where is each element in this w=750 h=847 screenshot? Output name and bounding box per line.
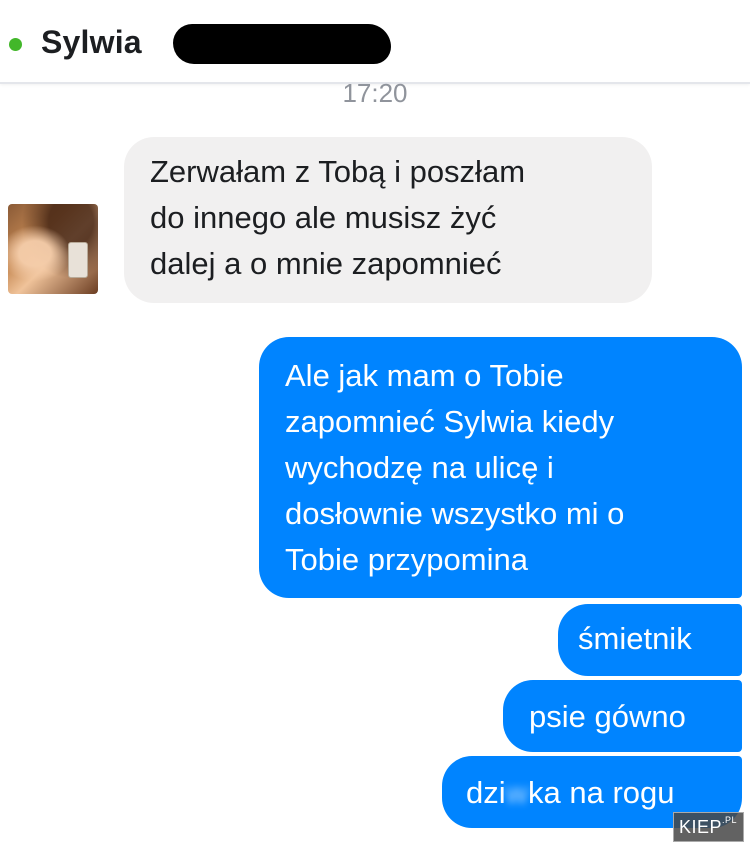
message-line: do innego ale musisz żyć	[150, 200, 497, 235]
censored-text: w	[505, 775, 529, 810]
message-text-start: dzi	[466, 775, 506, 810]
message-line: wychodzę na ulicę i	[285, 450, 554, 485]
online-status-icon	[9, 38, 22, 51]
message-line: dalej a o mnie zapomnieć	[150, 246, 502, 281]
message-line: śmietnik	[578, 621, 692, 656]
phone-in-photo	[68, 242, 88, 278]
watermark-text: KIEP	[679, 817, 723, 837]
message-line: psie gówno	[529, 699, 686, 734]
message-line: Tobie przypomina	[285, 542, 528, 577]
contact-avatar[interactable]	[8, 204, 98, 294]
message-line: dosłownie wszystko mi o	[285, 496, 625, 531]
message-timestamp: 17:20	[342, 78, 408, 108]
message-line: Ale jak mam o Tobie	[285, 358, 564, 393]
site-watermark: KIEP.PL	[673, 812, 745, 842]
incoming-message-bubble[interactable]: Zerwałam z Tobą i poszłam do innego ale …	[124, 137, 652, 303]
conversation-header: Sylwia	[0, 0, 750, 84]
message-line: Zerwałam z Tobą i poszłam	[150, 154, 526, 189]
watermark-suffix: .PL	[722, 815, 738, 825]
outgoing-message-bubble[interactable]: śmietnik	[558, 604, 742, 676]
outgoing-message-bubble[interactable]: Ale jak mam o Tobie zapomnieć Sylwia kie…	[259, 337, 742, 598]
message-line: zapomnieć Sylwia kiedy	[285, 404, 615, 439]
message-text-end: ka na rogu	[528, 775, 675, 810]
message-line: dziwka na rogu	[466, 770, 742, 816]
chat-screen: Sylwia 17:20 Zerwałam z Tobą i poszłam d…	[0, 0, 750, 847]
redacted-surname	[173, 24, 391, 64]
contact-name[interactable]: Sylwia	[41, 24, 142, 61]
outgoing-message-bubble[interactable]: psie gówno	[503, 680, 742, 752]
